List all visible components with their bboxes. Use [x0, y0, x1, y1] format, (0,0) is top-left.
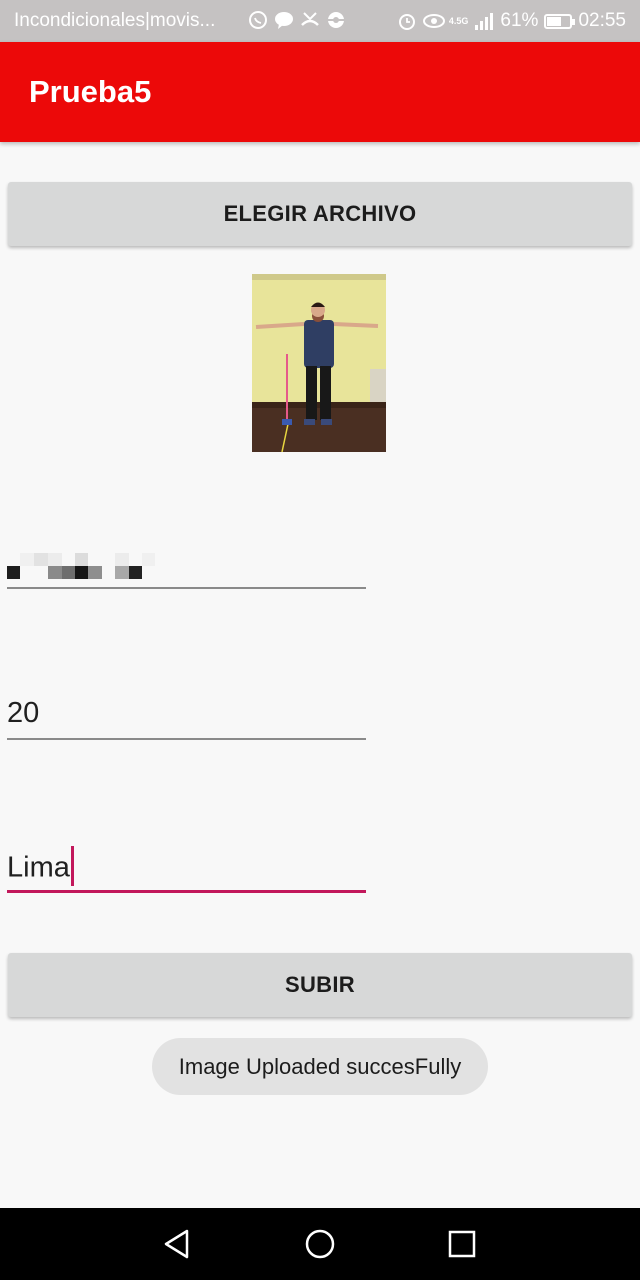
toast-message: Image Uploaded succesFully	[152, 1038, 488, 1095]
city-field-underline	[7, 890, 366, 893]
upload-button[interactable]: SUBIR	[8, 953, 632, 1017]
status-bar: Incondicionales|movis... 4.5G 61% 02:55	[0, 0, 640, 42]
city-field-text: Lima	[7, 851, 70, 884]
city-field[interactable]: Lima	[7, 840, 366, 896]
age-field-underline	[7, 738, 366, 740]
home-icon[interactable]	[302, 1226, 338, 1262]
battery-icon	[544, 13, 576, 29]
sync-icon	[326, 10, 346, 30]
age-field-value: 20	[7, 697, 40, 729]
text-cursor	[70, 846, 74, 886]
choose-file-button[interactable]: ELEGIR ARCHIVO	[8, 182, 632, 246]
app-bar: Prueba5	[0, 42, 640, 142]
missed-call-icon	[300, 10, 320, 30]
eye-icon	[422, 11, 445, 31]
obscured-name-value	[7, 551, 157, 581]
carrier-name: Incondicionales|movis...	[14, 10, 216, 31]
name-field[interactable]	[7, 545, 366, 590]
city-field-value: Lima	[7, 846, 74, 889]
signal-icon	[474, 11, 494, 31]
app-title: Prueba5	[29, 74, 152, 109]
name-field-underline	[7, 587, 366, 589]
navigation-bar	[0, 1208, 640, 1280]
selected-photo	[252, 274, 386, 452]
recents-icon[interactable]	[444, 1226, 480, 1262]
network-type: 4.5G	[448, 15, 469, 26]
clock: 02:55	[578, 10, 626, 31]
back-icon[interactable]	[160, 1226, 196, 1262]
chat-bubble-icon	[274, 10, 294, 30]
alarm-icon	[397, 11, 417, 31]
age-field[interactable]: 20	[7, 690, 366, 742]
status-indicators: 4.5G 61% 02:55	[397, 10, 626, 32]
whatsapp-icon	[248, 10, 268, 30]
battery-percent: 61%	[500, 10, 539, 31]
notification-icons	[248, 10, 346, 30]
